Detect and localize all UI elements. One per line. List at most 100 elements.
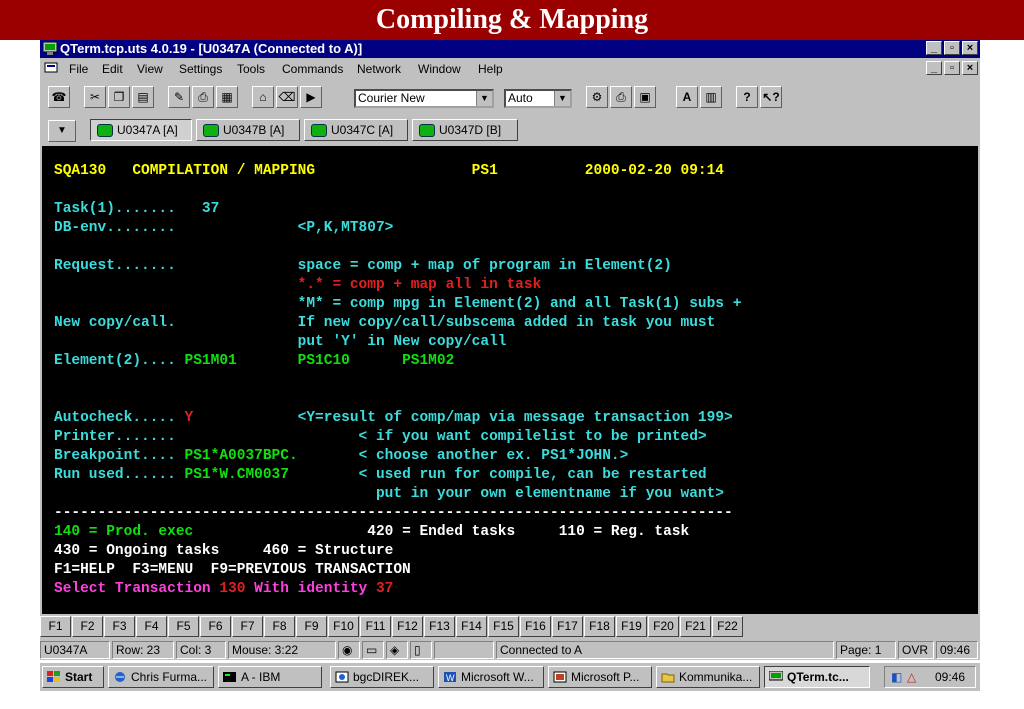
taskbar-item-powerpoint[interactable]: Microsoft P... — [548, 666, 652, 688]
menu-network[interactable]: Network — [357, 62, 401, 76]
close-button[interactable]: × — [962, 41, 978, 55]
minimize-button[interactable]: _ — [926, 41, 942, 55]
fkey-f8[interactable]: F8 — [264, 616, 295, 637]
fkey-f19[interactable]: F19 — [616, 616, 647, 637]
menu-help[interactable]: Help — [478, 62, 503, 76]
menu-view[interactable]: View — [137, 62, 163, 76]
fkey-f11[interactable]: F11 — [360, 616, 391, 637]
fkey-f7[interactable]: F7 — [232, 616, 263, 637]
windows-logo-icon — [47, 671, 60, 682]
menu-window[interactable]: Window — [418, 62, 461, 76]
pencil-icon[interactable]: ✎ — [168, 86, 190, 108]
terminal-text: Y — [184, 410, 194, 426]
terminal-text: Request....... space = comp + map of pro… — [54, 258, 672, 274]
fkey-f14[interactable]: F14 — [456, 616, 487, 637]
save-icon[interactable]: ▣ — [634, 86, 656, 108]
size-select[interactable]: Auto ▼ — [504, 89, 572, 108]
taskbar-item-ibm[interactable]: A - IBM — [218, 666, 322, 688]
cut-icon[interactable]: ✂ — [84, 86, 106, 108]
bold-font-button[interactable]: A — [676, 86, 698, 108]
taskbar-item-kommunika[interactable]: Kommunika... — [656, 666, 760, 688]
fkey-f5[interactable]: F5 — [168, 616, 199, 637]
network-icon[interactable]: ◈ — [386, 641, 408, 659]
tab-label: U0347D [B] — [439, 123, 502, 137]
fkey-f3[interactable]: F3 — [104, 616, 135, 637]
terminal-text: Task(1)....... 37 — [54, 201, 220, 217]
fkey-f18[interactable]: F18 — [584, 616, 615, 637]
fkey-f9[interactable]: F9 — [296, 616, 327, 637]
play-icon[interactable]: ▶ — [300, 86, 322, 108]
help-icon[interactable]: ? — [736, 86, 758, 108]
connect-icon[interactable]: ☎ — [48, 86, 70, 108]
fkey-f15[interactable]: F15 — [488, 616, 519, 637]
fkey-f13[interactable]: F13 — [424, 616, 455, 637]
terminal-text: SQA130 COMPILATION / MAPPING PS1 2000-02… — [54, 163, 725, 179]
menu-edit[interactable]: Edit — [102, 62, 123, 76]
taskbar-item-browser[interactable]: Chris Furma... — [108, 666, 214, 688]
document-menu-icon[interactable] — [44, 62, 58, 75]
start-button[interactable]: Start — [42, 666, 104, 688]
maximize-button[interactable]: ▫ — [944, 41, 960, 55]
tab-session-d[interactable]: U0347D [B] — [412, 119, 518, 141]
menu-commands[interactable]: Commands — [282, 62, 343, 76]
child-maximize-button[interactable]: ▫ — [944, 61, 960, 75]
taskbar-item-word[interactable]: W Microsoft W... — [438, 666, 544, 688]
alert-tray-icon[interactable]: △ — [907, 667, 916, 687]
terminal-screen[interactable]: SQA130 COMPILATION / MAPPING PS1 2000-02… — [42, 146, 978, 614]
fkey-f12[interactable]: F12 — [392, 616, 423, 637]
font-select[interactable]: Courier New ▼ — [354, 89, 494, 108]
tab-session-c[interactable]: U0347C [A] — [304, 119, 408, 141]
network-tray-icon[interactable]: ◧ — [891, 667, 902, 687]
terminal-app-icon — [43, 42, 57, 55]
fkey-f6[interactable]: F6 — [200, 616, 231, 637]
menu-file[interactable]: File — [69, 62, 88, 76]
fkey-f2[interactable]: F2 — [72, 616, 103, 637]
chevron-down-icon[interactable]: ▼ — [48, 120, 76, 142]
child-minimize-button[interactable]: _ — [926, 61, 942, 75]
keyboard-icon[interactable]: ▭ — [362, 641, 384, 659]
menu-settings[interactable]: Settings — [179, 62, 222, 76]
home-icon[interactable]: ⌂ — [252, 86, 274, 108]
fkey-f10[interactable]: F10 — [328, 616, 359, 637]
terminal-text: < used run for compile, can be restarted — [288, 467, 707, 483]
fkey-f22[interactable]: F22 — [712, 616, 743, 637]
record-icon[interactable]: ◉ — [338, 641, 360, 659]
fkey-f1[interactable]: F1 — [40, 616, 71, 637]
capture-icon[interactable]: ▦ — [216, 86, 238, 108]
terminal-text: 140 = Prod. exec — [54, 524, 194, 540]
tab-label: U0347C [A] — [331, 123, 394, 137]
chevron-down-icon[interactable]: ▼ — [476, 91, 492, 106]
menu-tools[interactable]: Tools — [237, 62, 265, 76]
fkey-f16[interactable]: F16 — [520, 616, 551, 637]
status-row: Row: 23 — [112, 641, 174, 659]
chevron-down-icon[interactable]: ▼ — [554, 91, 570, 106]
chart-icon[interactable]: ▥ — [700, 86, 722, 108]
settings-icon[interactable]: ⚙ — [586, 86, 608, 108]
fkey-f4[interactable]: F4 — [136, 616, 167, 637]
window-titlebar[interactable]: QTerm.tcp.uts 4.0.19 - [U0347A (Connecte… — [40, 40, 980, 58]
copy-icon[interactable]: ❐ — [108, 86, 130, 108]
paste-icon[interactable]: ▤ — [132, 86, 154, 108]
print-icon[interactable]: ⎙ — [192, 86, 214, 108]
taskbar-item-label: bgcDIREK... — [353, 670, 420, 684]
status-connection: Connected to A — [496, 641, 834, 659]
erase-icon[interactable]: ⌫ — [276, 86, 298, 108]
child-close-button[interactable]: × — [962, 61, 978, 75]
tab-session-a[interactable]: U0347A [A] — [90, 119, 192, 141]
note-icon[interactable]: ▯ — [410, 641, 432, 659]
taskbar: Start Chris Furma... A - IBM bgcDIREK...… — [40, 662, 980, 691]
browser-icon — [335, 671, 349, 683]
terminal-line: Task(1)....... 37 — [54, 200, 219, 219]
taskbar-item-bgcdirek[interactable]: bgcDIREK... — [330, 666, 434, 688]
printer-icon[interactable]: ⎙ — [610, 86, 632, 108]
context-help-icon[interactable]: ↖? — [760, 86, 782, 108]
fkey-f20[interactable]: F20 — [648, 616, 679, 637]
terminal-line: Select Transaction 130 With identity 37 — [54, 580, 393, 599]
terminal-line: New copy/call. If new copy/call/subscema… — [54, 314, 715, 333]
tab-label: U0347B [A] — [223, 123, 285, 137]
taskbar-item-qterm[interactable]: QTerm.tc... — [764, 666, 870, 688]
tab-session-b[interactable]: U0347B [A] — [196, 119, 300, 141]
terminal-text: Printer....... < if you want compilelist… — [54, 429, 707, 445]
fkey-f17[interactable]: F17 — [552, 616, 583, 637]
fkey-f21[interactable]: F21 — [680, 616, 711, 637]
